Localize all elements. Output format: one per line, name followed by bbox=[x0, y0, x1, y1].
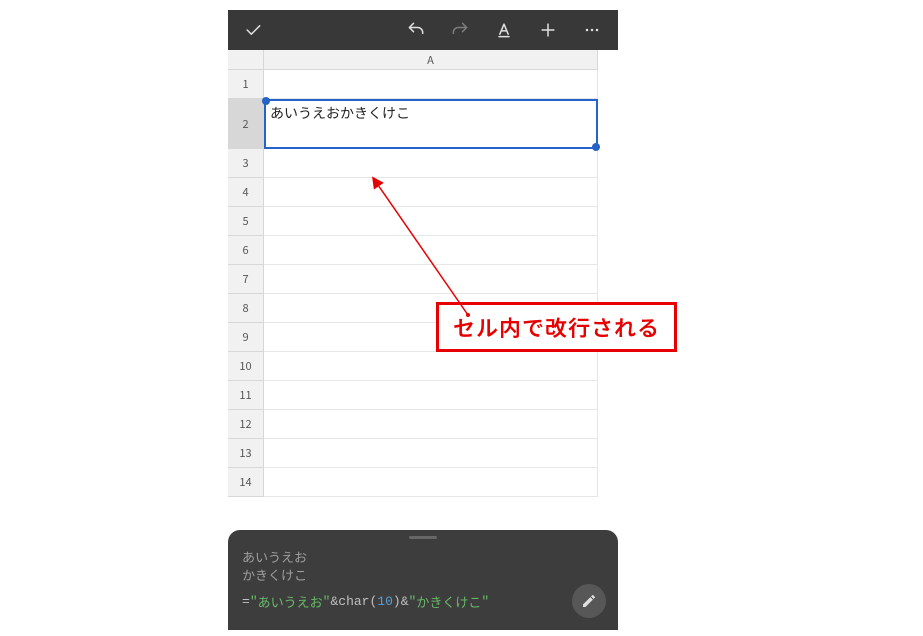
formula-text[interactable]: ="あいうえお"&char(10)&"かきくけこ" bbox=[242, 592, 604, 611]
add-button[interactable] bbox=[538, 20, 558, 40]
row-header[interactable]: 3 bbox=[228, 149, 264, 178]
formula-token-quote: " bbox=[250, 594, 258, 609]
table-row: 2 あいうえおかきくけこ bbox=[228, 99, 618, 149]
formula-bar-panel: あいうえおかきくけこ ="あいうえお"&char(10)&"かきくけこ" bbox=[228, 530, 618, 630]
row-header[interactable]: 8 bbox=[228, 294, 264, 323]
formula-token-paren-close: ) bbox=[393, 594, 401, 609]
corner-cell[interactable] bbox=[228, 50, 264, 70]
row-header[interactable]: 13 bbox=[228, 439, 264, 468]
formula-token-amp: & bbox=[401, 594, 409, 609]
text-format-icon bbox=[494, 20, 514, 40]
annotation-callout: セル内で改行される bbox=[436, 302, 677, 352]
table-row: 4 bbox=[228, 178, 618, 207]
cell[interactable] bbox=[264, 265, 598, 294]
table-row: 3 bbox=[228, 149, 618, 178]
cell[interactable] bbox=[264, 207, 598, 236]
drag-handle[interactable] bbox=[409, 536, 437, 539]
table-row: 1 bbox=[228, 70, 618, 99]
check-icon bbox=[243, 20, 263, 40]
formula-token-fn: char bbox=[338, 594, 369, 609]
cell-a1[interactable] bbox=[264, 70, 598, 99]
formula-token-num: 10 bbox=[377, 594, 393, 609]
row-header[interactable]: 14 bbox=[228, 468, 264, 497]
cell-a2[interactable]: あいうえおかきくけこ bbox=[264, 99, 598, 149]
row-header[interactable]: 11 bbox=[228, 381, 264, 410]
table-row: 7 bbox=[228, 265, 618, 294]
formula-token-paren-open: ( bbox=[369, 594, 377, 609]
undo-button[interactable] bbox=[406, 20, 426, 40]
table-row: 10 bbox=[228, 352, 618, 381]
plus-icon bbox=[538, 20, 558, 40]
row-header[interactable]: 5 bbox=[228, 207, 264, 236]
table-row: 5 bbox=[228, 207, 618, 236]
row-header[interactable]: 7 bbox=[228, 265, 264, 294]
spreadsheet-area[interactable]: A 1 2 あいうえおかきくけこ 3 4 5 6 7 8 9 10 11 12 … bbox=[228, 50, 618, 530]
cell[interactable] bbox=[264, 468, 598, 497]
formula-token-quote: " bbox=[481, 594, 489, 609]
row-header[interactable]: 10 bbox=[228, 352, 264, 381]
row-header[interactable]: 9 bbox=[228, 323, 264, 352]
cell-text-line1: あいうえお bbox=[270, 103, 340, 124]
formula-token-eq: = bbox=[242, 594, 250, 609]
table-row: 11 bbox=[228, 381, 618, 410]
cell[interactable] bbox=[264, 149, 598, 178]
more-horizontal-icon bbox=[582, 20, 602, 40]
table-row: 13 bbox=[228, 439, 618, 468]
cell-text-line2: かきくけこ bbox=[340, 103, 410, 124]
grid-rows: 1 2 あいうえおかきくけこ 3 4 5 6 7 8 9 10 11 12 13… bbox=[228, 70, 618, 497]
formula-token-quote: " bbox=[409, 594, 417, 609]
text-format-button[interactable] bbox=[494, 20, 514, 40]
table-row: 6 bbox=[228, 236, 618, 265]
table-row: 12 bbox=[228, 410, 618, 439]
cell[interactable] bbox=[264, 236, 598, 265]
redo-button[interactable] bbox=[450, 20, 470, 40]
cell[interactable] bbox=[264, 381, 598, 410]
cell[interactable] bbox=[264, 439, 598, 468]
row-header[interactable]: 6 bbox=[228, 236, 264, 265]
toolbar-actions bbox=[278, 20, 618, 40]
redo-icon bbox=[450, 20, 470, 40]
cell-value-preview: あいうえおかきくけこ bbox=[242, 548, 604, 584]
row-header[interactable]: 12 bbox=[228, 410, 264, 439]
preview-line1: あいうえお bbox=[242, 547, 307, 566]
column-header-row: A bbox=[228, 50, 618, 70]
column-header-a[interactable]: A bbox=[264, 50, 598, 70]
more-button[interactable] bbox=[582, 20, 602, 40]
cell[interactable] bbox=[264, 410, 598, 439]
formula-token-quote: " bbox=[323, 594, 331, 609]
formula-token-str1: あいうえお bbox=[258, 592, 323, 611]
table-row: 14 bbox=[228, 468, 618, 497]
formula-token-str2: かきくけこ bbox=[416, 592, 481, 611]
row-header[interactable]: 4 bbox=[228, 178, 264, 207]
edit-formula-button[interactable] bbox=[572, 584, 606, 618]
cell[interactable] bbox=[264, 178, 598, 207]
pencil-icon bbox=[581, 593, 597, 609]
row-header[interactable]: 2 bbox=[228, 99, 264, 149]
formula-token-amp: & bbox=[330, 594, 338, 609]
preview-line2: かきくけこ bbox=[242, 565, 307, 584]
confirm-button[interactable] bbox=[228, 20, 278, 40]
top-toolbar bbox=[228, 10, 618, 50]
row-header[interactable]: 1 bbox=[228, 70, 264, 99]
cell[interactable] bbox=[264, 352, 598, 381]
undo-icon bbox=[406, 20, 426, 40]
